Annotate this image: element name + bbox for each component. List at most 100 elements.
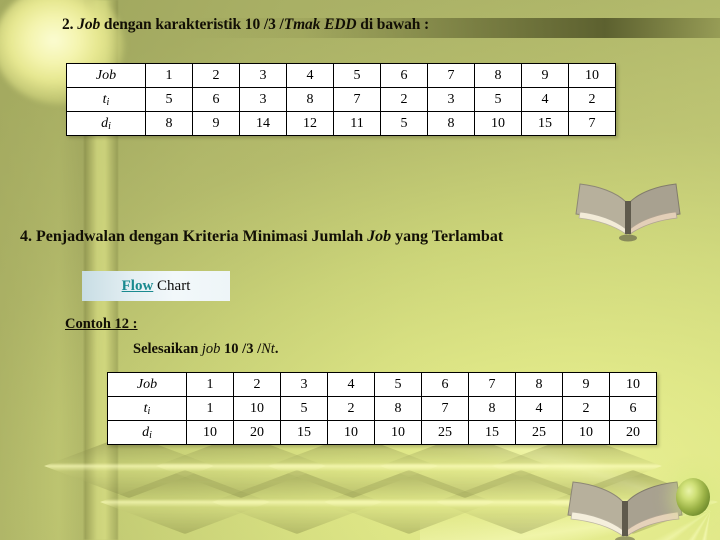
table-cell: 2: [568, 87, 616, 112]
table-cell: 15: [521, 111, 569, 136]
table-cell: 20: [609, 420, 657, 445]
row-label-di: di: [66, 111, 146, 136]
flow-chart-link[interactable]: Flow: [122, 278, 154, 294]
row-label-job: Job: [66, 63, 146, 88]
table-cell: 10: [609, 372, 657, 397]
table-cell: 5: [280, 396, 328, 421]
problem-statement-job-term: job: [201, 341, 221, 357]
example-job-table: Job 1 2 3 4 5 6 7 8 9 10 ti 1 10 5 2 8 7…: [107, 372, 657, 445]
table-cell: 8: [374, 396, 422, 421]
row-label-di-subscript: i: [108, 120, 111, 132]
problem-statement-suffix: .: [274, 341, 279, 357]
table-cell: 7: [468, 372, 516, 397]
table-cell: 1: [186, 396, 234, 421]
table-cell: 15: [468, 420, 516, 445]
table-cell: 6: [609, 396, 657, 421]
table-cell: 3: [239, 63, 287, 88]
table-cell: 2: [327, 396, 375, 421]
problem-statement-nt-term: Nt: [261, 341, 275, 357]
table-row-ti: ti 5 6 3 8 7 2 3 5 4 2: [66, 87, 616, 112]
table-cell: 8: [286, 87, 334, 112]
table-cell: 11: [333, 111, 381, 136]
table-cell: 10: [186, 420, 234, 445]
section-heading-job-term: Job: [367, 228, 392, 245]
table-cell: 20: [233, 420, 281, 445]
table-cell: 14: [239, 111, 287, 136]
row-label-di: di: [107, 420, 187, 445]
slide-title: 2. Job dengan karakteristik 10 /3 /Tmak …: [62, 16, 429, 34]
table-cell: 7: [421, 396, 469, 421]
slide-content: 2. Job dengan karakteristik 10 /3 /Tmak …: [0, 0, 720, 540]
table-cell: 4: [521, 87, 569, 112]
table-cell: 5: [374, 372, 422, 397]
table-cell: 25: [421, 420, 469, 445]
table-cell: 10: [374, 420, 422, 445]
table-cell: 9: [562, 372, 610, 397]
table-cell: 7: [568, 111, 616, 136]
table-cell: 9: [521, 63, 569, 88]
job-characteristics-table: Job 1 2 3 4 5 6 7 8 9 10 ti 5 6 3 8 7 2 …: [66, 63, 616, 136]
table-cell: 25: [515, 420, 563, 445]
row-label-ti-subscript: i: [106, 96, 110, 108]
problem-statement: Selesaikan job 10 /3 /Nt.: [133, 341, 278, 358]
problem-statement-prefix: Selesaikan: [133, 341, 202, 357]
table-cell: 8: [474, 63, 522, 88]
table-cell: 9: [192, 111, 240, 136]
table-row-ti: ti 1 10 5 2 8 7 8 4 2 6: [107, 396, 657, 421]
table-cell: 2: [562, 396, 610, 421]
table-cell: 5: [333, 63, 381, 88]
table-cell: 8: [427, 111, 475, 136]
table-cell: 1: [145, 63, 193, 88]
slide-title-prefix: 2.: [62, 16, 78, 33]
table-cell: 10: [474, 111, 522, 136]
table-cell: 6: [380, 63, 428, 88]
table-cell: 3: [239, 87, 287, 112]
row-label-di-subscript: i: [149, 429, 152, 441]
table-cell: 12: [286, 111, 334, 136]
slide-title-middle: dengan karakteristik 10 /3 /: [100, 16, 284, 33]
section-heading-prefix: 4. Penjadwalan dengan Kriteria Minimasi …: [20, 228, 368, 245]
table-cell: 6: [192, 87, 240, 112]
slide-title-tmak-term: Tmak EDD: [283, 16, 357, 33]
table-cell: 7: [427, 63, 475, 88]
table-row-job: Job 1 2 3 4 5 6 7 8 9 10: [66, 63, 616, 88]
table-cell: 5: [474, 87, 522, 112]
table-cell: 8: [468, 396, 516, 421]
table-cell: 2: [380, 87, 428, 112]
flow-chart-label: Flow Chart: [122, 278, 191, 295]
slide-title-suffix: di bawah :: [356, 16, 430, 33]
slide-title-job-term: Job: [77, 16, 101, 33]
table-cell: 5: [145, 87, 193, 112]
table-cell: 2: [233, 372, 281, 397]
row-label-ti: ti: [66, 87, 146, 112]
example-label: Contoh 12 :: [65, 316, 138, 332]
table-cell: 4: [327, 372, 375, 397]
table-cell: 10: [562, 420, 610, 445]
row-label-ti-subscript: i: [147, 405, 151, 417]
table-cell: 3: [427, 87, 475, 112]
table-cell: 15: [280, 420, 328, 445]
table-cell: 7: [333, 87, 381, 112]
table-cell: 5: [380, 111, 428, 136]
table-row-job: Job 1 2 3 4 5 6 7 8 9 10: [107, 372, 657, 397]
section-heading-4: 4. Penjadwalan dengan Kriteria Minimasi …: [20, 228, 503, 246]
table-cell: 1: [186, 372, 234, 397]
row-label-job: Job: [107, 372, 187, 397]
table-row-di: di 8 9 14 12 11 5 8 10 15 7: [66, 111, 616, 136]
table-cell: 10: [568, 63, 616, 88]
table-cell: 4: [515, 396, 563, 421]
table-cell: 10: [327, 420, 375, 445]
table-row-di: di 10 20 15 10 10 25 15 25 10 20: [107, 420, 657, 445]
table-cell: 2: [192, 63, 240, 88]
problem-statement-middle: 10 /3 /: [220, 341, 262, 357]
row-label-ti: ti: [107, 396, 187, 421]
table-cell: 3: [280, 372, 328, 397]
table-cell: 8: [145, 111, 193, 136]
table-cell: 4: [286, 63, 334, 88]
table-cell: 10: [233, 396, 281, 421]
table-cell: 8: [515, 372, 563, 397]
table-cell: 6: [421, 372, 469, 397]
flow-chart-rest: Chart: [153, 277, 191, 294]
section-heading-suffix: yang Terlambat: [391, 228, 504, 245]
flow-chart-button[interactable]: Flow Chart: [82, 271, 230, 301]
